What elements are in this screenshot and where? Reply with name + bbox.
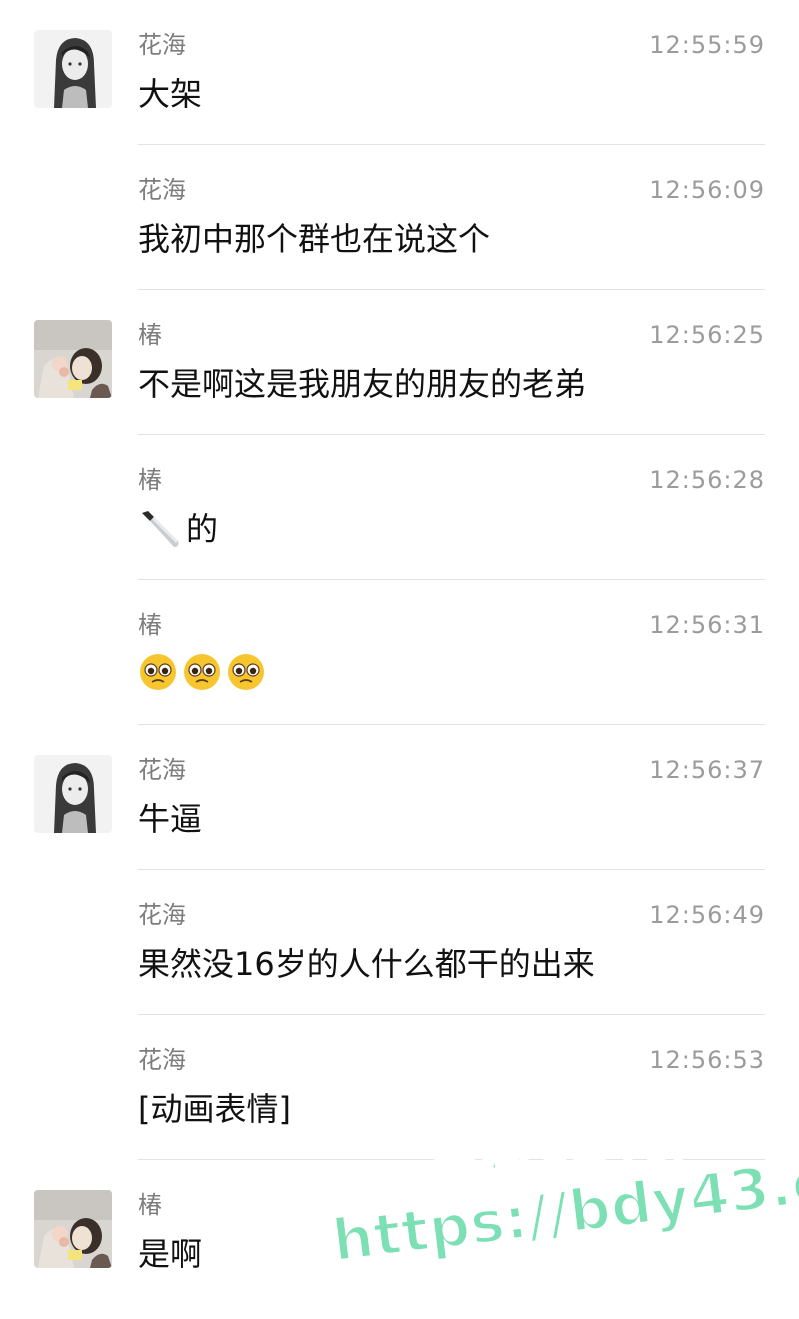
- message-content: 大架: [138, 75, 203, 113]
- message-text: 的: [138, 507, 218, 551]
- message-sender: 花海: [138, 1046, 186, 1074]
- message-content: 我初中那个群也在说这个: [138, 220, 491, 258]
- message-sender: 椿: [138, 466, 162, 494]
- message-item: 椿 是啊: [0, 1160, 799, 1305]
- message-time: 12:56:09: [649, 176, 765, 204]
- message-item: 花海 12:56:49 果然没16岁的人什么都干的出来: [0, 870, 799, 1015]
- message-text: 我初中那个群也在说这个: [138, 217, 490, 261]
- message-item: 椿 12:56:31: [0, 580, 799, 725]
- message-text: 是啊: [138, 1232, 202, 1276]
- message-content: 是啊: [138, 1235, 203, 1273]
- pleading-face-icon: [182, 652, 222, 692]
- message-sender: 椿: [138, 611, 162, 639]
- message-time: 12:56:53: [649, 1046, 765, 1074]
- message-sender: 椿: [138, 321, 162, 349]
- message-time: 12:56:28: [649, 466, 765, 494]
- message-content: 果然没16岁的人什么都干的出来: [138, 945, 595, 983]
- message-item: 花海 12:56:53 [动画表情]: [0, 1015, 799, 1160]
- message-sender: 花海: [138, 31, 186, 59]
- message-time: 12:55:59: [649, 31, 765, 59]
- message-item: 花海 12:55:59 大架: [0, 0, 799, 145]
- message-sender: 花海: [138, 901, 186, 929]
- avatar-huahai[interactable]: [34, 30, 112, 108]
- message-item: 椿 12:56:28 的: [0, 435, 799, 580]
- message-item: 花海 12:56:37 牛逼: [0, 725, 799, 870]
- message-text: 牛逼: [138, 797, 202, 841]
- message-text: 大架: [138, 72, 202, 116]
- avatar-chun[interactable]: [34, 320, 112, 398]
- message-time: 12:56:37: [649, 756, 765, 784]
- message-time: 12:56:25: [649, 321, 765, 349]
- message-text: [138, 652, 266, 692]
- avatar-huahai[interactable]: [34, 755, 112, 833]
- knife-icon: [138, 507, 182, 551]
- message-time: 12:56:49: [649, 901, 765, 929]
- chat-history: 花海 12:55:59 大架 花海 12:56:09 我初中那个群也在说这个 椿: [0, 0, 799, 1305]
- animated-sticker-label[interactable]: [动画表情]: [138, 1087, 291, 1131]
- message-content: 不是啊这是我朋友的朋友的老弟: [138, 365, 587, 403]
- message-text[interactable]: [动画表情]: [138, 1087, 291, 1131]
- pleading-face-icon: [226, 652, 266, 692]
- message-item: 椿 12:56:25 不是啊这是我朋友的朋友的老弟: [0, 290, 799, 435]
- message-content: 的: [186, 510, 219, 548]
- message-item: 花海 12:56:09 我初中那个群也在说这个: [0, 145, 799, 290]
- pleading-face-icon: [138, 652, 178, 692]
- message-text: 不是啊这是我朋友的朋友的老弟: [138, 362, 586, 406]
- avatar-chun[interactable]: [34, 1190, 112, 1268]
- message-sender: 花海: [138, 176, 186, 204]
- message-content: 牛逼: [138, 800, 203, 838]
- message-sender: 椿: [138, 1191, 162, 1219]
- message-sender: 花海: [138, 756, 186, 784]
- message-text: 果然没16岁的人什么都干的出来: [138, 942, 595, 986]
- message-time: 12:56:31: [649, 611, 765, 639]
